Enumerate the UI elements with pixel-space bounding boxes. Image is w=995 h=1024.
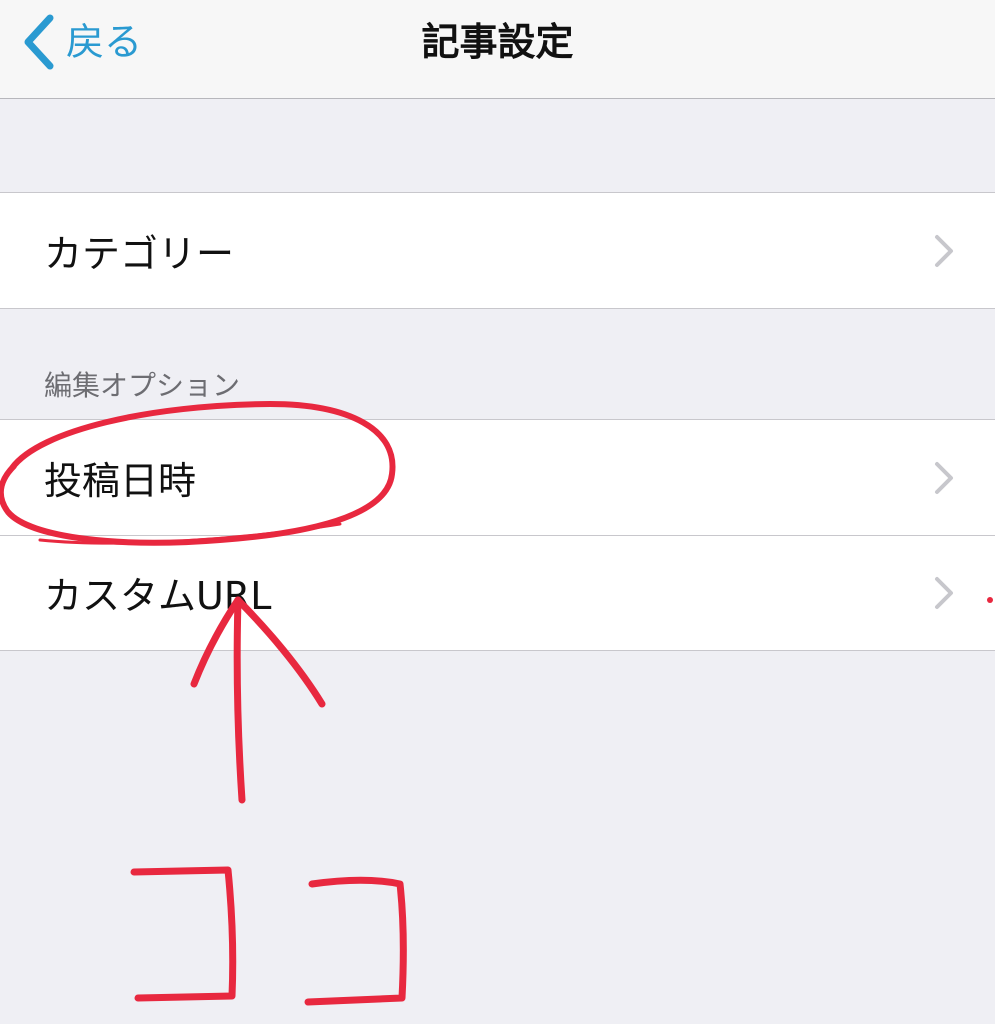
chevron-right-icon	[935, 576, 953, 609]
annotation-katakana-ko-1	[130, 866, 237, 1002]
list-item-category[interactable]: カテゴリー	[0, 193, 995, 308]
list-item-label: 投稿日時	[44, 459, 197, 503]
annotation-katakana-ko-2	[304, 876, 407, 1006]
settings-group-edit-options: 投稿日時 カスタムURL	[0, 419, 995, 651]
settings-group-category: カテゴリー	[0, 192, 995, 309]
list-item-label: カテゴリー	[44, 232, 235, 276]
chevron-right-icon	[935, 461, 953, 494]
chevron-right-icon	[935, 234, 953, 267]
section-header-edit-options: 編集オプション	[44, 369, 241, 402]
list-item-post-datetime[interactable]: 投稿日時	[0, 420, 995, 535]
navigation-bar: 戻る 記事設定	[0, 0, 995, 99]
screen: 戻る 記事設定 カテゴリー 編集オプション 投稿日時 カスタムURL	[0, 0, 995, 1024]
list-item-label: カスタムURL	[44, 574, 272, 618]
page-title: 記事設定	[421, 20, 574, 64]
list-item-custom-url[interactable]: カスタムURL	[0, 535, 995, 650]
